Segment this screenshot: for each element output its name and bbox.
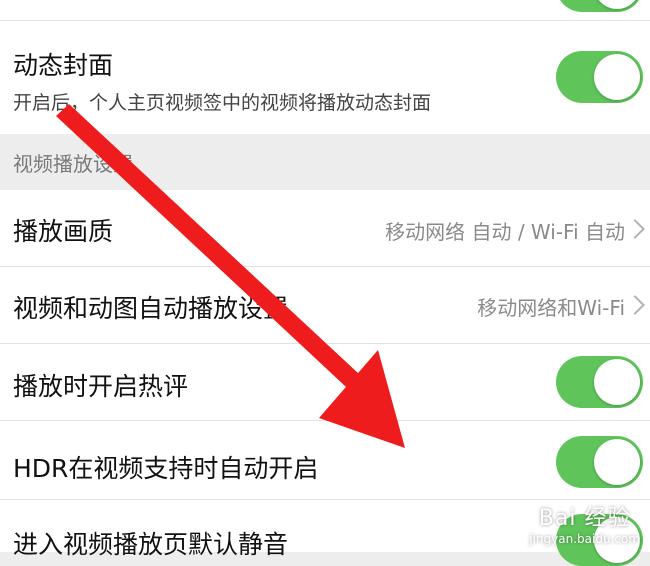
watermark-brand: Bai 经验 bbox=[538, 506, 631, 531]
baidu-jingyan-watermark: Bai 经验 jingyan.baidu.com bbox=[529, 500, 640, 546]
annotation-arrow-icon bbox=[56, 104, 405, 448]
watermark-url: jingyan.baidu.com bbox=[529, 532, 640, 546]
arrow-shaft bbox=[56, 104, 373, 400]
